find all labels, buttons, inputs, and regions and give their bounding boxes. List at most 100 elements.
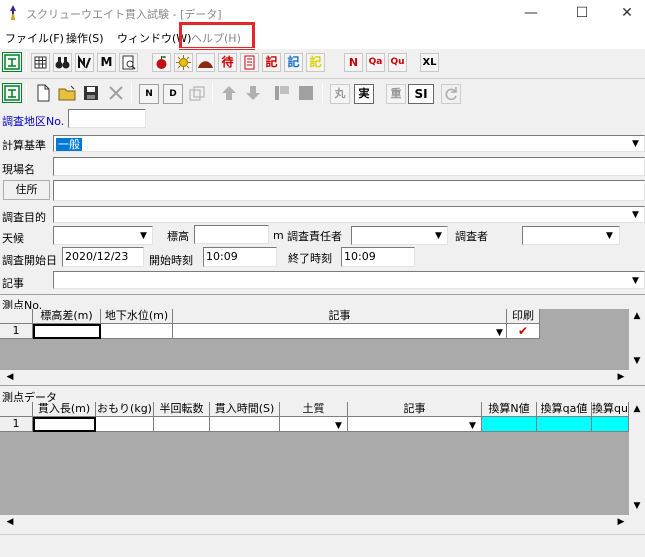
- scroll-up-arrow[interactable]: ▲: [629, 311, 645, 321]
- refresh-icon[interactable]: [441, 84, 461, 104]
- qu-button[interactable]: Qu: [388, 53, 407, 72]
- round-button[interactable]: 丸: [330, 84, 350, 104]
- si-unit-button[interactable]: SI: [408, 84, 434, 104]
- chevron-down-icon[interactable]: ▼: [140, 231, 147, 241]
- list-icon[interactable]: [240, 53, 259, 72]
- binoculars-icon[interactable]: [53, 53, 72, 72]
- site-name-field[interactable]: [53, 157, 645, 176]
- mound-icon[interactable]: [196, 53, 215, 72]
- half-turns-cell[interactable]: [154, 417, 210, 432]
- points-horizontal-scrollbar[interactable]: [0, 370, 629, 385]
- app-logo-icon-2[interactable]: [2, 83, 22, 103]
- record-blue-button[interactable]: 記: [284, 53, 303, 72]
- col-header-print[interactable]: 印刷: [507, 309, 540, 324]
- weather-select[interactable]: [53, 226, 153, 245]
- chevron-down-icon[interactable]: ▼: [606, 231, 613, 241]
- excel-button[interactable]: XL: [420, 53, 439, 72]
- col-header-weight[interactable]: おもり(kg): [96, 402, 154, 417]
- scroll-left-arrow[interactable]: ◀: [2, 372, 18, 382]
- data-note-cell[interactable]: [348, 417, 482, 432]
- scroll-down-arrow[interactable]: ▼: [629, 356, 645, 366]
- apple-icon[interactable]: [152, 53, 171, 72]
- toolbar-separator: [212, 83, 213, 103]
- chart-n-icon[interactable]: [75, 53, 94, 72]
- n-toggle-button[interactable]: N: [139, 84, 159, 104]
- n-value-button[interactable]: N: [344, 53, 363, 72]
- chevron-down-icon[interactable]: ▼: [496, 328, 503, 338]
- copy-window-icon[interactable]: [187, 84, 207, 104]
- purpose-select[interactable]: [53, 206, 645, 223]
- m-button[interactable]: M: [97, 53, 116, 72]
- weather-label: 天候: [2, 232, 24, 245]
- close-button[interactable]: ✕: [604, 0, 645, 26]
- qa-button[interactable]: Qa: [366, 53, 385, 72]
- new-file-icon[interactable]: [33, 83, 53, 103]
- address-button[interactable]: 住所: [3, 180, 50, 200]
- table-icon[interactable]: [31, 53, 50, 72]
- data-vertical-scrollbar[interactable]: [629, 402, 645, 515]
- end-time-field[interactable]: 10:09: [341, 247, 415, 267]
- elevation-field[interactable]: [194, 225, 269, 244]
- col-header-note[interactable]: 記事: [173, 309, 507, 324]
- col-header-half-turns[interactable]: 半回転数: [154, 402, 210, 417]
- chevron-down-icon[interactable]: ▼: [632, 210, 639, 220]
- col-header-time[interactable]: 貫入時間(S): [210, 402, 280, 417]
- weight-button[interactable]: 重: [386, 84, 406, 104]
- menu-file[interactable]: ファイル(F): [5, 30, 64, 46]
- actual-button[interactable]: 実: [354, 84, 374, 104]
- print-checkbox[interactable]: ✔: [507, 324, 540, 339]
- elevation-diff-cell[interactable]: [33, 324, 101, 339]
- purpose-label: 調査目的: [2, 211, 46, 224]
- weight-cell[interactable]: [96, 417, 154, 432]
- col-header-data-note[interactable]: 記事: [348, 402, 482, 417]
- col-header-qu-value[interactable]: 換算qu: [592, 402, 629, 417]
- groundwater-cell[interactable]: [101, 324, 173, 339]
- delete-icon[interactable]: [106, 83, 126, 103]
- calc-standard-select[interactable]: 一般: [53, 135, 645, 152]
- scroll-right-arrow[interactable]: ▶: [613, 517, 629, 527]
- d-toggle-button[interactable]: D: [163, 84, 183, 104]
- scroll-up-arrow[interactable]: ▲: [629, 404, 645, 414]
- penetration-cell[interactable]: [33, 417, 96, 432]
- save-icon[interactable]: [81, 83, 101, 103]
- point-note-cell[interactable]: [173, 324, 507, 339]
- col-header-soil[interactable]: 土質: [280, 402, 348, 417]
- col-header-elevation-diff[interactable]: 標高差(m): [33, 309, 101, 324]
- scroll-down-arrow[interactable]: ▼: [629, 501, 645, 511]
- col-header-groundwater[interactable]: 地下水位(m): [101, 309, 173, 324]
- start-date-field[interactable]: 2020/12/23: [62, 247, 144, 267]
- minimize-button[interactable]: —: [508, 0, 554, 26]
- app-logo-icon[interactable]: [2, 52, 22, 72]
- arrow-down-icon[interactable]: [243, 83, 263, 103]
- arrow-up-icon[interactable]: [219, 83, 239, 103]
- chevron-down-icon[interactable]: ▼: [335, 421, 342, 431]
- time-cell[interactable]: [210, 417, 280, 432]
- sun-icon[interactable]: [174, 53, 193, 72]
- delete-row-icon[interactable]: [296, 83, 316, 103]
- col-header-n-value[interactable]: 換算N値: [482, 402, 537, 417]
- maximize-button[interactable]: ☐: [559, 0, 605, 26]
- record-yellow-button[interactable]: 記: [306, 53, 325, 72]
- note-label: 記事: [2, 277, 24, 290]
- open-folder-icon[interactable]: [57, 83, 77, 103]
- document-view-icon[interactable]: [119, 53, 138, 72]
- survey-no-field[interactable]: [68, 109, 146, 128]
- data-horizontal-scrollbar[interactable]: [0, 515, 629, 530]
- scroll-left-arrow[interactable]: ◀: [2, 517, 18, 527]
- start-time-field[interactable]: 10:09: [203, 247, 277, 267]
- col-header-qa-value[interactable]: 換算qa値: [537, 402, 592, 417]
- wait-button[interactable]: 待: [218, 53, 237, 72]
- record-red-button[interactable]: 記: [262, 53, 281, 72]
- note-select[interactable]: [53, 271, 645, 289]
- chevron-down-icon[interactable]: ▼: [632, 139, 639, 149]
- manager-select[interactable]: [351, 226, 448, 245]
- end-time-label: 終了時刻: [288, 252, 332, 265]
- chevron-down-icon[interactable]: ▼: [469, 421, 476, 431]
- chevron-down-icon[interactable]: ▼: [632, 276, 639, 286]
- scroll-right-arrow[interactable]: ▶: [613, 372, 629, 382]
- chevron-down-icon[interactable]: ▼: [435, 231, 442, 241]
- col-header-penetration[interactable]: 貫入長(m): [33, 402, 96, 417]
- address-field[interactable]: [53, 180, 645, 201]
- menu-operation[interactable]: 操作(S): [66, 30, 104, 46]
- insert-row-icon[interactable]: [272, 83, 292, 103]
